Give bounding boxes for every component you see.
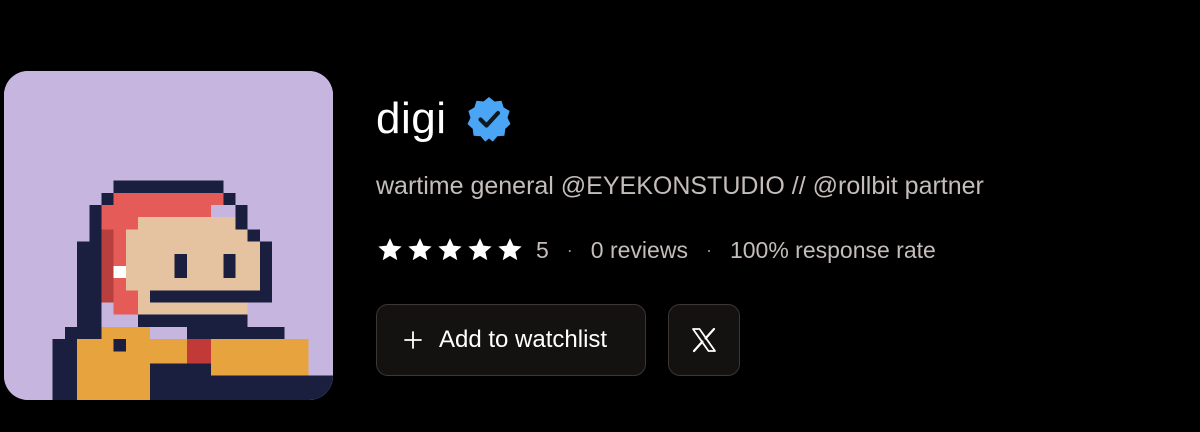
separator-dot: · <box>705 239 712 260</box>
response-rate: 100% response rate <box>729 236 936 263</box>
profile-page: digi wartime general @EYEKONSTUDIO // @r… <box>0 0 1200 432</box>
star-icon <box>466 236 494 264</box>
separator-dot: · <box>566 239 573 260</box>
plus-icon <box>403 330 423 350</box>
star-icon <box>436 236 464 264</box>
pixel-avatar-image <box>4 71 333 400</box>
add-to-watchlist-button[interactable]: Add to watchlist <box>376 304 646 376</box>
avatar <box>4 71 333 400</box>
star-icon <box>496 236 524 264</box>
star-icon <box>406 236 434 264</box>
star-icon <box>376 236 404 264</box>
x-profile-button[interactable] <box>668 304 740 376</box>
x-logo-icon <box>691 327 717 353</box>
reviews-count: 0 reviews <box>590 236 688 263</box>
profile-name: digi <box>376 94 447 143</box>
rating-value: 5 <box>536 236 549 263</box>
name-row: digi <box>376 94 513 144</box>
profile-actions: Add to watchlist <box>376 304 740 376</box>
star-rating <box>376 236 524 264</box>
watchlist-label: Add to watchlist <box>439 326 608 353</box>
profile-bio: wartime general @EYEKONSTUDIO // @rollbi… <box>376 172 984 200</box>
verified-badge-icon <box>465 95 513 143</box>
profile-stats: 5 · 0 reviews · 100% response rate <box>376 236 936 264</box>
